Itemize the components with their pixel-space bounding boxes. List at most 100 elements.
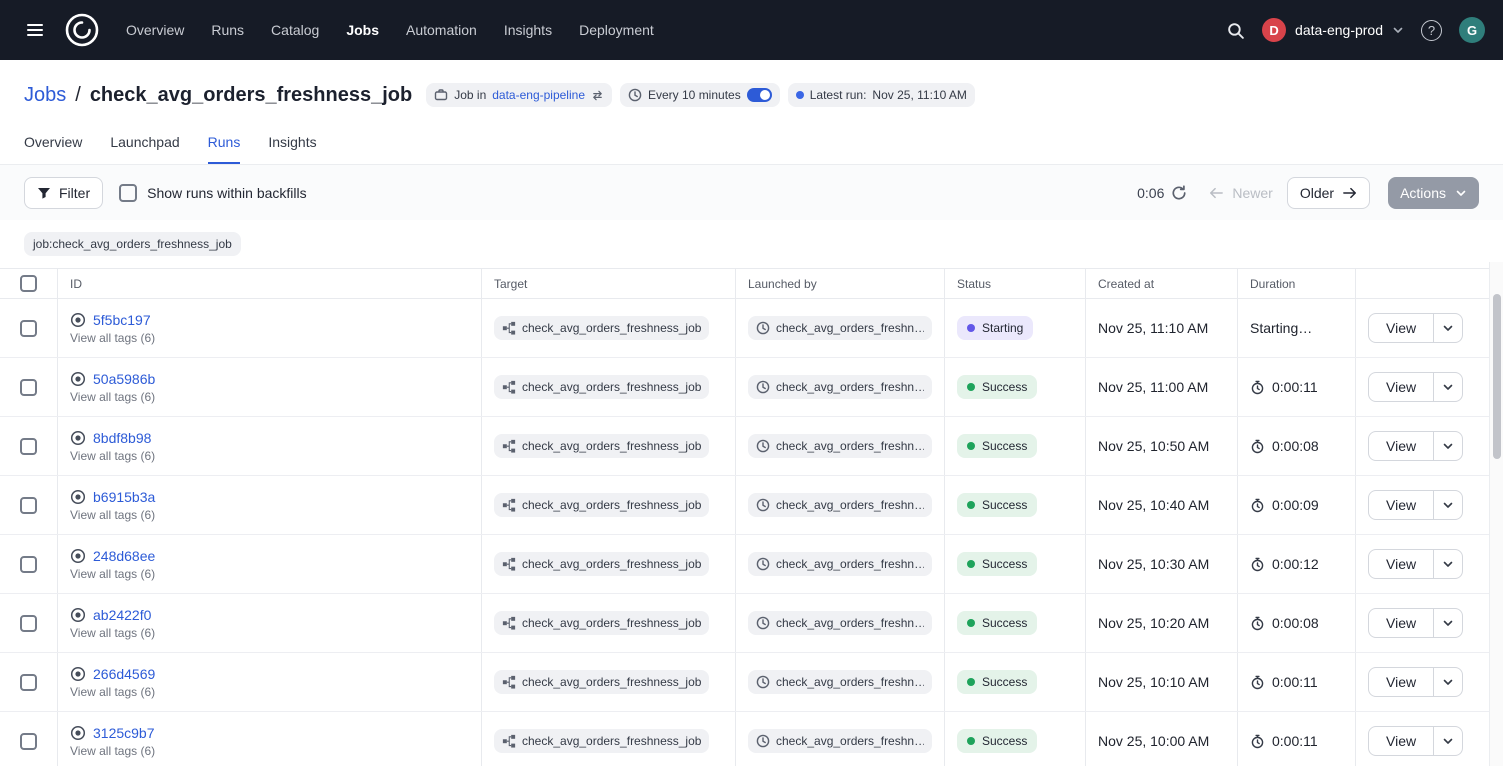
vertical-scrollbar[interactable] [1489, 262, 1503, 766]
view-button[interactable]: View [1368, 313, 1434, 343]
duration-value: 0:00:12 [1272, 556, 1319, 572]
view-button[interactable]: View [1368, 667, 1434, 697]
target-chip[interactable]: check_avg_orders_freshness_job [494, 375, 709, 399]
view-button[interactable]: View [1368, 490, 1434, 520]
row-checkbox[interactable] [20, 733, 37, 750]
tab-runs[interactable]: Runs [208, 134, 241, 164]
row-checkbox[interactable] [20, 497, 37, 514]
target-chip[interactable]: check_avg_orders_freshness_job [494, 611, 709, 635]
launched-by-chip[interactable]: check_avg_orders_freshn… [748, 611, 932, 635]
run-id-link[interactable]: ab2422f0 [93, 607, 151, 623]
tab-overview[interactable]: Overview [24, 134, 82, 164]
target-chip[interactable]: check_avg_orders_freshness_job [494, 434, 709, 458]
run-id-link[interactable]: 248d68ee [93, 548, 155, 564]
schedule-toggle[interactable] [747, 88, 772, 102]
launched-by-chip[interactable]: check_avg_orders_freshn… [748, 434, 932, 458]
tab-insights[interactable]: Insights [268, 134, 316, 164]
column-header-created-at: Created at [1086, 269, 1238, 298]
view-all-tags-link[interactable]: View all tags (6) [70, 567, 155, 581]
select-all-checkbox[interactable] [20, 275, 37, 292]
row-menu-button[interactable] [1433, 667, 1463, 697]
refresh-button[interactable] [1171, 185, 1187, 201]
view-button[interactable]: View [1368, 726, 1434, 756]
nav-item-insights[interactable]: Insights [504, 22, 552, 38]
view-all-tags-link[interactable]: View all tags (6) [70, 449, 155, 463]
nav-item-overview[interactable]: Overview [126, 22, 184, 38]
launched-by-chip[interactable]: check_avg_orders_freshn… [748, 670, 932, 694]
latest-run-dot [796, 91, 804, 99]
view-button[interactable]: View [1368, 549, 1434, 579]
view-button[interactable]: View [1368, 608, 1434, 638]
launched-by-chip[interactable]: check_avg_orders_freshn… [748, 493, 932, 517]
launched-by-chip[interactable]: check_avg_orders_freshn… [748, 316, 932, 340]
help-button[interactable]: ? [1421, 20, 1442, 41]
run-id-link[interactable]: 5f5bc197 [93, 312, 151, 328]
view-button[interactable]: View [1368, 431, 1434, 461]
row-menu-button[interactable] [1433, 372, 1463, 402]
target-chip[interactable]: check_avg_orders_freshness_job [494, 552, 709, 576]
run-id-link[interactable]: 3125c9b7 [93, 725, 155, 741]
launched-by-cell: check_avg_orders_freshn… [736, 417, 945, 475]
row-checkbox[interactable] [20, 438, 37, 455]
view-button[interactable]: View [1368, 372, 1434, 402]
run-id-link[interactable]: 266d4569 [93, 666, 155, 682]
run-id-link[interactable]: 8bdf8b98 [93, 430, 151, 446]
duration-value: 0:00:08 [1272, 438, 1319, 454]
row-checkbox[interactable] [20, 379, 37, 396]
filter-button[interactable]: Filter [24, 177, 103, 209]
created-at-value: Nov 25, 10:40 AM [1098, 497, 1209, 513]
target-chip[interactable]: check_avg_orders_freshness_job [494, 729, 709, 753]
newer-button[interactable]: Newer [1209, 185, 1272, 201]
nav-item-automation[interactable]: Automation [406, 22, 477, 38]
row-menu-button[interactable] [1433, 726, 1463, 756]
launched-by-chip[interactable]: check_avg_orders_freshn… [748, 375, 932, 399]
target-chip[interactable]: check_avg_orders_freshness_job [494, 316, 709, 340]
target-label: check_avg_orders_freshness_job [522, 734, 701, 748]
backfills-checkbox[interactable] [119, 184, 137, 202]
nav-item-catalog[interactable]: Catalog [271, 22, 319, 38]
duration-cell: 0:00:12 [1238, 535, 1356, 593]
view-all-tags-link[interactable]: View all tags (6) [70, 744, 155, 758]
row-menu-button[interactable] [1433, 490, 1463, 520]
view-all-tags-link[interactable]: View all tags (6) [70, 626, 155, 640]
view-all-tags-link[interactable]: View all tags (6) [70, 331, 155, 345]
row-menu-button[interactable] [1433, 608, 1463, 638]
status-cell: Success [945, 535, 1086, 593]
dagster-logo[interactable] [62, 10, 102, 50]
topnav-right: D data-eng-prod ? G [1226, 17, 1485, 43]
scrollbar-thumb[interactable] [1493, 294, 1501, 459]
target-chip[interactable]: check_avg_orders_freshness_job [494, 493, 709, 517]
view-all-tags-link[interactable]: View all tags (6) [70, 390, 155, 404]
row-checkbox[interactable] [20, 556, 37, 573]
row-menu-button[interactable] [1433, 431, 1463, 461]
pipeline-link[interactable]: data-eng-pipeline [492, 88, 585, 102]
run-id-link[interactable]: b6915b3a [93, 489, 155, 505]
search-button[interactable] [1226, 21, 1245, 40]
swap-icon[interactable] [591, 89, 604, 102]
hamburger-menu-button[interactable] [18, 13, 52, 47]
breadcrumb-jobs-link[interactable]: Jobs [24, 84, 66, 107]
view-all-tags-link[interactable]: View all tags (6) [70, 685, 155, 699]
status-badge: Success [957, 670, 1037, 694]
launched-by-chip[interactable]: check_avg_orders_freshn… [748, 552, 932, 576]
older-button[interactable]: Older [1287, 177, 1370, 209]
actions-button[interactable]: Actions [1388, 177, 1479, 209]
nav-item-deployment[interactable]: Deployment [579, 22, 654, 38]
tab-launchpad[interactable]: Launchpad [110, 134, 179, 164]
row-checkbox[interactable] [20, 615, 37, 632]
nav-item-jobs[interactable]: Jobs [346, 22, 379, 38]
org-switcher[interactable]: D data-eng-prod [1262, 18, 1404, 42]
job-filter-tag[interactable]: job:check_avg_orders_freshness_job [24, 232, 241, 256]
row-checkbox[interactable] [20, 674, 37, 691]
schedule-badge: Every 10 minutes [620, 83, 780, 107]
target-label: check_avg_orders_freshness_job [522, 557, 701, 571]
row-menu-button[interactable] [1433, 313, 1463, 343]
view-all-tags-link[interactable]: View all tags (6) [70, 508, 155, 522]
launched-by-chip[interactable]: check_avg_orders_freshn… [748, 729, 932, 753]
row-menu-button[interactable] [1433, 549, 1463, 579]
nav-item-runs[interactable]: Runs [211, 22, 244, 38]
target-chip[interactable]: check_avg_orders_freshness_job [494, 670, 709, 694]
run-id-link[interactable]: 50a5986b [93, 371, 155, 387]
row-checkbox[interactable] [20, 320, 37, 337]
user-avatar[interactable]: G [1459, 17, 1485, 43]
